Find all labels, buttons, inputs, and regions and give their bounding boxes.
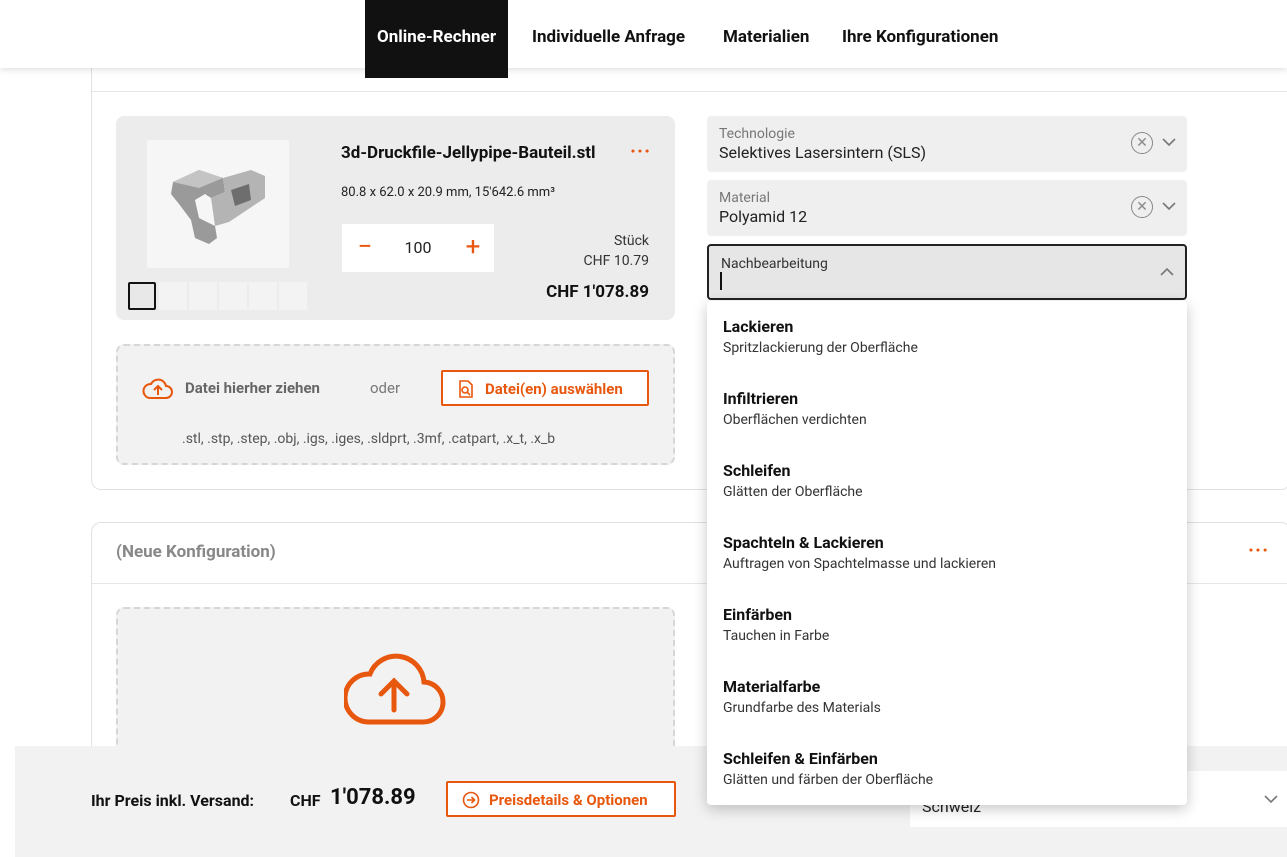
thumbnail-view-4[interactable]	[219, 282, 247, 310]
menu-item-title: Schleifen & Einfärben	[723, 749, 878, 768]
file-name: 3d-Druckfile-Jellypipe-Bauteil.stl	[341, 143, 596, 163]
config-more-menu-icon[interactable]: ···	[1248, 538, 1269, 562]
menu-item-subtitle: Spritzlackierung der Oberfläche	[723, 340, 918, 356]
menu-item-title: Materialfarbe	[723, 677, 821, 696]
divider	[92, 91, 1287, 92]
part-preview-image	[147, 140, 289, 268]
thumbnail-view-1[interactable]	[128, 282, 156, 310]
tab-materialien[interactable]: Materialien	[723, 0, 809, 68]
technology-label: Technologie	[719, 126, 795, 142]
price-currency: CHF	[290, 791, 321, 810]
dropzone-label: Datei hierher ziehen	[185, 379, 320, 397]
menu-item-title: Schleifen	[723, 461, 791, 480]
price-label: Ihr Preis inkl. Versand:	[91, 791, 255, 810]
technology-select[interactable]: Technologie Selektives Lasersintern (SLS…	[707, 116, 1187, 172]
tab-ihre-konfigurationen[interactable]: Ihre Konfigurationen	[842, 0, 998, 68]
file-more-menu-icon[interactable]: ···	[630, 139, 651, 163]
cloud-upload-icon	[142, 378, 173, 399]
postprocessing-dropdown-menu: Lackieren Spritzlackierung der Oberfläch…	[707, 301, 1187, 805]
postprocessing-select[interactable]: Nachbearbeitung	[707, 244, 1187, 300]
chevron-down-icon[interactable]	[1161, 198, 1177, 214]
cloud-upload-icon	[344, 653, 446, 725]
thumbnail-view-3[interactable]	[189, 282, 217, 310]
menu-item-infiltrieren[interactable]: Infiltrieren Oberflächen verdichten	[707, 373, 1187, 445]
clear-icon[interactable]: ✕	[1131, 132, 1153, 154]
menu-item-subtitle: Tauchen in Farbe	[723, 628, 830, 644]
line-total-price: CHF 1'078.89	[546, 282, 649, 302]
menu-item-title: Spachteln & Lackieren	[723, 533, 884, 552]
file-search-icon	[459, 380, 473, 398]
menu-item-title: Einfärben	[723, 605, 792, 624]
menu-item-schleifen[interactable]: Schleifen Glätten der Oberfläche	[707, 445, 1187, 517]
price-total: 1'078.89	[330, 785, 416, 810]
chevron-down-icon[interactable]	[1263, 791, 1279, 807]
menu-item-subtitle: Auftragen von Spachtelmasse und lackiere…	[723, 556, 996, 572]
supported-formats: .stl, .stp, .step, .obj, .igs, .iges, .s…	[182, 431, 556, 447]
tab-online-rechner[interactable]: Online-Rechner	[365, 0, 509, 78]
select-files-label: Datei(en) auswählen	[485, 380, 623, 398]
menu-item-subtitle: Grundfarbe des Materials	[723, 700, 881, 716]
clear-icon[interactable]: ✕	[1131, 196, 1153, 218]
thumbnail-view-5[interactable]	[249, 282, 277, 310]
quantity-input[interactable]: 100	[392, 238, 444, 257]
material-value: Polyamid 12	[719, 207, 808, 226]
increment-button[interactable]: +	[458, 232, 488, 262]
price-details-label: Preisdetails & Optionen	[489, 791, 648, 809]
menu-item-spachteln-lackieren[interactable]: Spachteln & Lackieren Auftragen von Spac…	[707, 517, 1187, 589]
decrement-button[interactable]: −	[350, 232, 380, 262]
technology-value: Selektives Lasersintern (SLS)	[719, 143, 927, 162]
menu-item-lackieren[interactable]: Lackieren Spritzlackierung der Oberfläch…	[707, 301, 1187, 373]
thumbnail-view-6[interactable]	[279, 282, 307, 310]
menu-item-subtitle: Glätten und färben der Oberfläche	[723, 772, 934, 788]
menu-item-subtitle: Glätten der Oberfläche	[723, 484, 863, 500]
material-select[interactable]: Material Polyamid 12 ✕	[707, 180, 1187, 236]
menu-item-einfaerben[interactable]: Einfärben Tauchen in Farbe	[707, 589, 1187, 661]
postprocessing-label: Nachbearbeitung	[721, 256, 828, 272]
unit-price: CHF 10.79	[583, 253, 649, 269]
chevron-up-icon[interactable]	[1159, 264, 1175, 280]
dropzone-or: oder	[370, 379, 401, 397]
menu-item-materialfarbe[interactable]: Materialfarbe Grundfarbe des Materials	[707, 661, 1187, 733]
menu-item-title: Lackieren	[723, 317, 794, 336]
unit-label: Stück	[613, 233, 649, 249]
menu-item-subtitle: Oberflächen verdichten	[723, 412, 867, 428]
file-dimensions: 80.8 x 62.0 x 20.9 mm, 15'642.6 mm³	[341, 185, 555, 200]
text-caret	[720, 272, 722, 290]
price-details-button[interactable]: Preisdetails & Optionen	[446, 781, 676, 817]
menu-item-title: Infiltrieren	[723, 389, 799, 408]
select-files-button[interactable]: Datei(en) auswählen	[441, 370, 649, 406]
chevron-down-icon[interactable]	[1161, 134, 1177, 150]
thumbnail-view-2[interactable]	[159, 282, 187, 310]
menu-item-schleifen-einfaerben[interactable]: Schleifen & Einfärben Glätten und färben…	[707, 733, 1187, 805]
top-navigation: Online-Rechner Individuelle Anfrage Mate…	[0, 0, 1287, 78]
quantity-stepper: − 100 +	[342, 224, 494, 272]
new-configuration-title: (Neue Konfiguration)	[116, 542, 276, 562]
material-label: Material	[719, 190, 771, 206]
arrow-circle-right-icon	[462, 791, 480, 809]
tab-individuelle-anfrage[interactable]: Individuelle Anfrage	[532, 0, 685, 68]
